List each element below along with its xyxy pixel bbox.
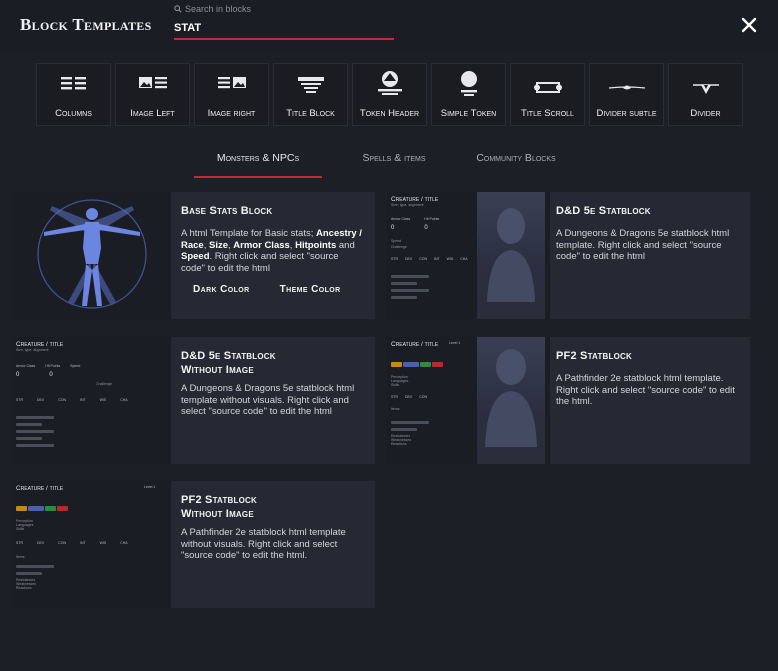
card-actions: Dark Color Theme Color bbox=[181, 284, 365, 295]
card-subtitle: Without Image bbox=[181, 364, 254, 376]
image-left-icon bbox=[138, 77, 167, 89]
tab-community-blocks[interactable]: Community Blocks bbox=[466, 148, 566, 178]
mini-statblock: Creature / title Perception Languages Sk… bbox=[391, 341, 444, 446]
tile-columns[interactable]: Columns bbox=[36, 63, 111, 126]
token-header-icon bbox=[377, 71, 402, 95]
mini-level: Level 1 bbox=[449, 341, 461, 345]
tile-label: Token Header bbox=[359, 108, 420, 119]
statblock-thumbnail: Creature / title Perception Languages Sk… bbox=[387, 337, 550, 464]
tile-divider[interactable]: Divider bbox=[668, 63, 743, 126]
close-icon bbox=[741, 17, 757, 33]
portrait-image bbox=[477, 337, 545, 464]
template-card-pf2[interactable]: Creature / title Perception Languages Sk… bbox=[387, 337, 750, 464]
mini-level: Level 1 bbox=[144, 485, 156, 489]
tile-divider-subtle[interactable]: Divider subtle bbox=[589, 63, 664, 126]
title-scroll-icon bbox=[533, 82, 562, 93]
divider-icon bbox=[692, 84, 719, 94]
card-title: D&D 5e Statblock bbox=[556, 205, 651, 217]
tab-spells-items[interactable]: Spells & items bbox=[330, 148, 458, 178]
vitruvian-thumbnail bbox=[12, 192, 171, 319]
tile-token-header[interactable]: Token Header bbox=[352, 63, 427, 126]
statblock-thumbnail: Creature / title Perception Languages Sk… bbox=[12, 481, 171, 608]
dialog-title: Block Templates bbox=[20, 15, 152, 34]
mini-statblock: Creature / title Perception Languages Sk… bbox=[16, 485, 128, 590]
tile-label: Divider bbox=[690, 108, 721, 119]
search-label-text: Search in blocks bbox=[185, 4, 252, 14]
card-subtitle: Without Image bbox=[181, 508, 254, 520]
tile-title-block[interactable]: Title Block bbox=[273, 63, 348, 126]
search-label: Search in blocks bbox=[174, 4, 251, 14]
header-bar: Block Templates Search in blocks bbox=[0, 0, 778, 52]
theme-color-button[interactable]: Theme Color bbox=[280, 284, 341, 295]
category-tabs: Monsters & NPCs Spells & items Community… bbox=[194, 148, 566, 178]
tile-label: Title Scroll bbox=[521, 108, 574, 119]
mini-statblock: Creature / title Size, type, alignment A… bbox=[391, 196, 468, 299]
template-card-dnd5e[interactable]: Creature / title Size, type, alignment A… bbox=[387, 192, 750, 319]
simple-token-icon bbox=[460, 71, 477, 96]
tab-monsters-npcs[interactable]: Monsters & NPCs bbox=[194, 148, 322, 178]
tile-label: Image right bbox=[207, 108, 256, 119]
portrait-image bbox=[477, 192, 545, 319]
template-card-dnd5e-no-image[interactable]: Creature / title Size, type, alignment A… bbox=[12, 337, 375, 464]
mini-statblock: Creature / title Size, type, alignment A… bbox=[16, 341, 128, 447]
card-description: A Pathfinder 2e statblock html template … bbox=[181, 527, 346, 561]
close-button[interactable] bbox=[738, 14, 760, 36]
title-block-icon bbox=[297, 77, 324, 93]
tile-label: Image Left bbox=[130, 108, 175, 119]
image-right-icon bbox=[217, 77, 246, 89]
card-title: PF2 Statblock bbox=[181, 494, 257, 506]
tile-label: Simple Token bbox=[440, 108, 497, 119]
block-tiles: Columns Image Left Image right Title Blo… bbox=[36, 63, 743, 126]
card-description: A html Template for Basic stats; Ancestr… bbox=[181, 228, 362, 274]
creature-bust-icon bbox=[487, 208, 535, 302]
columns-icon bbox=[60, 77, 86, 90]
card-description: A Dungeons & Dragons 5e statblock html t… bbox=[556, 228, 730, 262]
template-card-pf2-no-image[interactable]: Creature / title Perception Languages Sk… bbox=[12, 481, 375, 608]
statblock-thumbnail: Creature / title Size, type, alignment A… bbox=[12, 337, 171, 464]
dark-color-button[interactable]: Dark Color bbox=[193, 284, 250, 295]
tile-label: Divider subtle bbox=[596, 108, 657, 119]
card-description: A Dungeons & Dragons 5e statblock html t… bbox=[181, 383, 355, 417]
tile-label: Title Block bbox=[286, 108, 335, 119]
tile-image-right[interactable]: Image right bbox=[194, 63, 269, 126]
card-title: Base Stats Block bbox=[181, 205, 273, 217]
card-description: A Pathfinder 2e statblock html template.… bbox=[556, 373, 735, 407]
search-icon bbox=[174, 5, 182, 13]
vitruvian-figure-icon bbox=[37, 199, 147, 309]
statblock-thumbnail: Creature / title Size, type, alignment A… bbox=[387, 192, 550, 319]
template-card-base-stats[interactable]: Base Stats Block A html Template for Bas… bbox=[12, 192, 375, 319]
card-title: D&D 5e Statblock bbox=[181, 350, 276, 362]
tile-image-left[interactable]: Image Left bbox=[115, 63, 190, 126]
creature-bust-icon bbox=[485, 349, 537, 447]
tile-simple-token[interactable]: Simple Token bbox=[431, 63, 506, 126]
divider-subtle-icon bbox=[608, 85, 645, 90]
tile-label: Columns bbox=[55, 108, 92, 119]
search-input[interactable] bbox=[174, 18, 394, 40]
tile-title-scroll[interactable]: Title Scroll bbox=[510, 63, 585, 126]
card-title: PF2 Statblock bbox=[556, 350, 632, 362]
